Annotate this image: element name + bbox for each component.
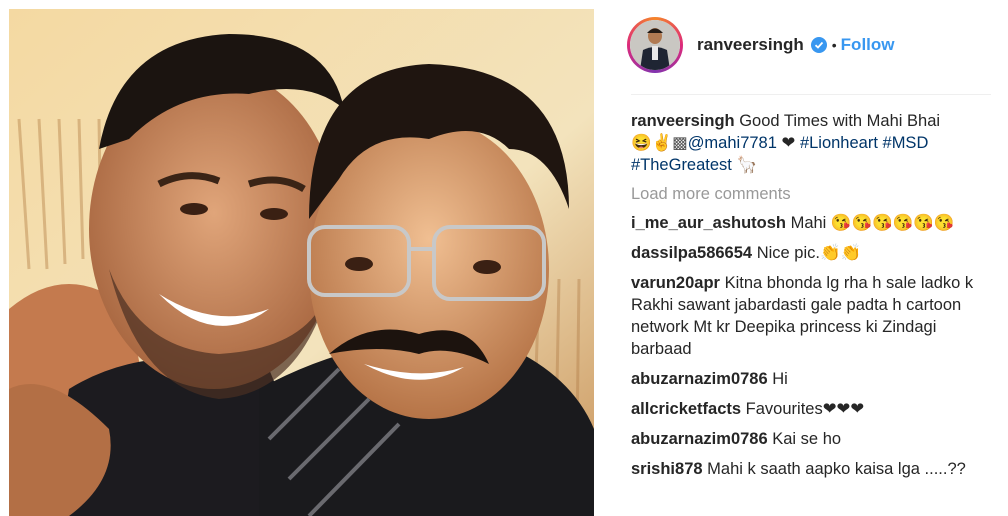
hashtag-thegreatest[interactable]: #TheGreatest — [631, 156, 732, 174]
caption-mention[interactable]: @mahi7781 — [688, 134, 777, 152]
verified-badge-icon — [810, 37, 827, 53]
caption-emojis: 😆✌️▩ — [631, 134, 688, 152]
checkmark-icon — [814, 41, 823, 49]
comment-username[interactable]: i_me_aur_ashutosh — [631, 214, 786, 232]
caption-username[interactable]: ranveersingh — [631, 112, 735, 130]
comment-item: dassilpa586654 Nice pic.👏👏 — [631, 242, 981, 264]
separator-dot: • — [831, 37, 837, 53]
header-divider — [631, 94, 991, 95]
comment-text: Mahi k saath aapko kaisa lga .....?? — [707, 460, 966, 478]
comment-text: Kai se ho — [772, 430, 842, 448]
comments-section: ranveersingh Good Times with Mahi Bhai 😆… — [631, 110, 981, 488]
post-caption: ranveersingh Good Times with Mahi Bhai 😆… — [631, 110, 981, 176]
comment-text: Nice pic.👏👏 — [756, 244, 862, 262]
comment-item: abuzarnazim0786 Kai se ho — [631, 428, 981, 450]
comment-item: i_me_aur_ashutosh Mahi 😘😘😘😘😘😘 — [631, 212, 981, 234]
comment-username[interactable]: dassilpa586654 — [631, 244, 752, 262]
comment-item: varun20apr Kitna bhonda lg rha h sale la… — [631, 272, 981, 360]
comment-item: srishi878 Mahi k saath aapko kaisa lga .… — [631, 458, 981, 480]
avatar-ring[interactable] — [627, 17, 683, 73]
post-photo[interactable] — [9, 9, 594, 516]
caption-text: Good Times with Mahi Bhai — [739, 112, 941, 130]
caption-heart: ❤ — [781, 134, 796, 152]
comment-text: Hi — [772, 370, 788, 388]
avatar[interactable] — [630, 20, 680, 70]
comment-username[interactable]: allcricketfacts — [631, 400, 741, 418]
comment-username[interactable]: srishi878 — [631, 460, 703, 478]
post-sidebar: ranveersingh • Follow ranveersingh Good … — [627, 0, 991, 516]
hashtag-msd[interactable]: #MSD — [883, 134, 929, 152]
comment-text: Favourites❤❤❤ — [745, 400, 865, 418]
selfie-illustration — [9, 9, 594, 516]
comment-username[interactable]: abuzarnazim0786 — [631, 430, 768, 448]
avatar-image — [630, 20, 680, 70]
hashtag-lionheart[interactable]: #Lionheart — [800, 134, 878, 152]
comment-username[interactable]: abuzarnazim0786 — [631, 370, 768, 388]
comment-item: abuzarnazim0786 Hi — [631, 368, 981, 390]
author-username[interactable]: ranveersingh — [697, 35, 804, 55]
comment-text: Mahi 😘😘😘😘😘😘 — [790, 214, 955, 232]
comment-item: allcricketfacts Favourites❤❤❤ — [631, 398, 981, 420]
post-header: ranveersingh • Follow — [627, 15, 991, 75]
comment-username[interactable]: varun20apr — [631, 274, 720, 292]
caption-trailing-emoji: 🦙 — [736, 156, 758, 174]
follow-button[interactable]: Follow — [841, 35, 895, 55]
load-more-comments-button[interactable]: Load more comments — [631, 183, 981, 205]
